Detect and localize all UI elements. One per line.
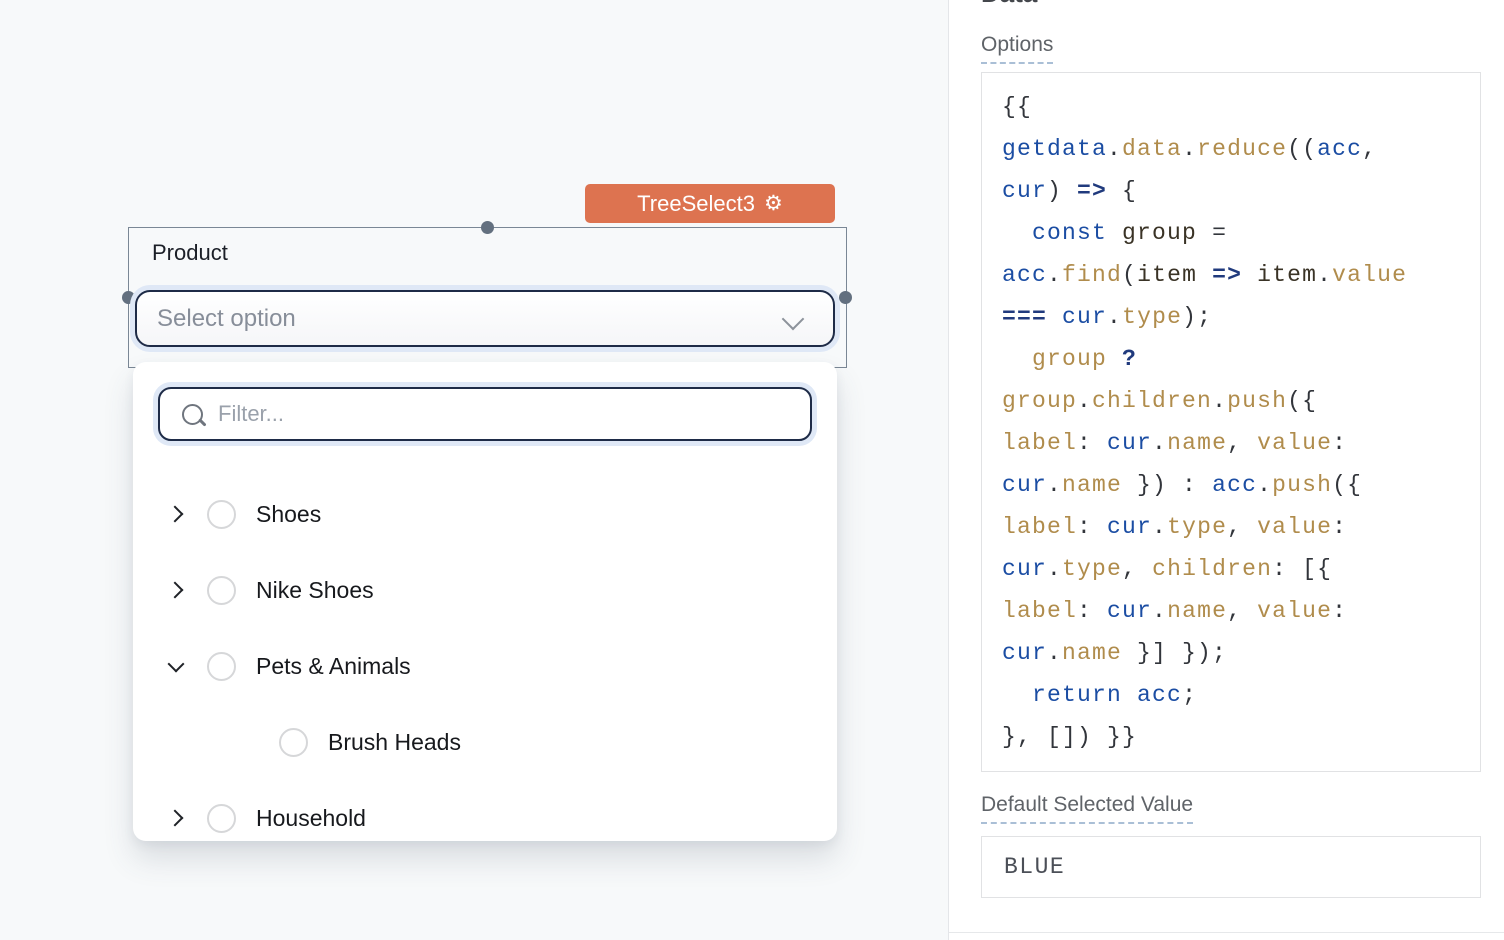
code-line: cur.name }] });: [1002, 632, 1460, 674]
chevron-right-icon[interactable]: [167, 809, 185, 827]
code-line: cur) => {: [1002, 170, 1460, 212]
property-pane: Data Options {{getdata.data.reduce((acc,…: [948, 0, 1504, 940]
tree-item-shoes[interactable]: Shoes: [133, 476, 837, 552]
tree-item-nike-shoes[interactable]: Nike Shoes: [133, 552, 837, 628]
widget-name-badge[interactable]: TreeSelect3 ⚙: [585, 184, 835, 223]
option-radio[interactable]: [207, 652, 236, 681]
chevron-down-icon[interactable]: [167, 657, 185, 675]
filter-input[interactable]: Filter...: [158, 387, 812, 441]
treeselect-label: Product: [152, 240, 228, 266]
chevron-right-icon[interactable]: [167, 581, 185, 599]
code-line: === cur.type);: [1002, 296, 1460, 338]
option-radio[interactable]: [207, 804, 236, 833]
code-line: cur.type, children: [{: [1002, 548, 1460, 590]
code-line: return acc;: [1002, 674, 1460, 716]
code-line: acc.find(item => item.value: [1002, 254, 1460, 296]
resize-handle-left[interactable]: [122, 291, 135, 304]
option-radio[interactable]: [207, 500, 236, 529]
widget-name-label: TreeSelect3: [637, 191, 755, 217]
treeselect-trigger[interactable]: Select option: [135, 290, 835, 347]
options-code-editor[interactable]: {{getdata.data.reduce((acc,cur) => { con…: [981, 72, 1481, 772]
editor-canvas: TreeSelect3 ⚙ Product Select option Filt…: [0, 0, 948, 940]
tree-item-pets-animals[interactable]: Pets & Animals: [133, 628, 837, 704]
option-label: Shoes: [256, 501, 321, 528]
resize-handle-right[interactable]: [839, 291, 852, 304]
code-line: }, []) }}: [1002, 716, 1460, 758]
section-title-data: Data: [981, 0, 1037, 9]
code-line: const group =: [1002, 212, 1460, 254]
code-line: label: cur.name, value:: [1002, 422, 1460, 464]
code-line: label: cur.type, value:: [1002, 506, 1460, 548]
option-radio[interactable]: [207, 576, 236, 605]
gear-icon[interactable]: ⚙: [764, 193, 783, 214]
code-line: group ?: [1002, 338, 1460, 380]
panel-divider: [949, 932, 1504, 933]
option-label: Pets & Animals: [256, 653, 411, 680]
search-icon: [182, 404, 203, 425]
code-line: label: cur.name, value:: [1002, 590, 1460, 632]
code-line: cur.name }) : acc.push({: [1002, 464, 1460, 506]
treeselect-dropdown: Filter... Shoes Nike Shoes Pets & Animals B…: [133, 362, 837, 841]
default-value-input[interactable]: BLUE: [981, 836, 1481, 898]
options-property-label: Options: [981, 33, 1053, 64]
option-label: Brush Heads: [328, 729, 461, 756]
filter-placeholder: Filter...: [218, 401, 284, 427]
tree-options-list: Shoes Nike Shoes Pets & Animals Brush Heads…: [133, 476, 837, 856]
default-value-property-label: Default Selected Value: [981, 793, 1193, 824]
tree-item-household[interactable]: Household: [133, 780, 837, 856]
tree-item-brush-heads[interactable]: Brush Heads: [133, 704, 837, 780]
option-label: Household: [256, 805, 366, 832]
chevron-right-icon[interactable]: [167, 505, 185, 523]
select-placeholder: Select option: [157, 305, 296, 333]
option-label: Nike Shoes: [256, 577, 374, 604]
code-line: {{: [1002, 86, 1460, 128]
default-value-text: BLUE: [1004, 854, 1065, 880]
chevron-down-icon: [782, 308, 805, 331]
code-line: group.children.push({: [1002, 380, 1460, 422]
option-radio[interactable]: [279, 728, 308, 757]
code-line: getdata.data.reduce((acc,: [1002, 128, 1460, 170]
resize-handle-top[interactable]: [481, 221, 494, 234]
